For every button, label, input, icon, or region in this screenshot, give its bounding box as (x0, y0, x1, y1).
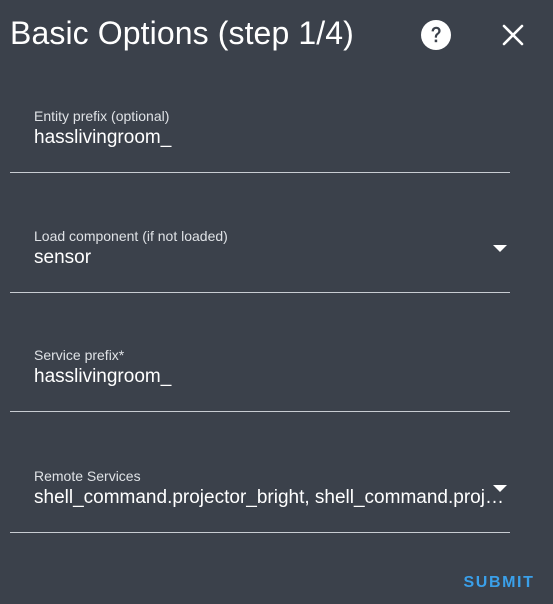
entity-prefix-label: Entity prefix (optional) (34, 108, 170, 124)
load-component-label: Load component (if not loaded) (34, 228, 228, 244)
service-prefix-label: Service prefix* (34, 347, 125, 363)
remote-services-value[interactable]: shell_command.projector_bright, shell_co… (34, 486, 504, 510)
entity-prefix-input[interactable]: hasslivingroom_ (34, 126, 474, 150)
dropdown-arrow-icon[interactable] (493, 245, 507, 252)
load-component-dropdown[interactable]: Load component (if not loaded) sensor (10, 228, 510, 293)
entity-prefix-field[interactable]: Entity prefix (optional) hasslivingroom_ (10, 108, 510, 173)
close-button[interactable] (494, 16, 532, 54)
submit-button[interactable]: SUBMIT (452, 566, 546, 600)
dialog-title: Basic Options (step 1/4) (10, 15, 354, 51)
help-button[interactable] (417, 16, 455, 54)
remote-services-dropdown[interactable]: Remote Services shell_command.projector_… (10, 468, 510, 533)
service-prefix-field[interactable]: Service prefix* hasslivingroom_ (10, 347, 510, 412)
close-icon (502, 24, 524, 46)
help-circle-icon (421, 20, 451, 50)
load-component-value[interactable]: sensor (34, 246, 474, 270)
service-prefix-input[interactable]: hasslivingroom_ (34, 365, 474, 389)
options-dialog: Basic Options (step 1/4) Entity prefix (… (0, 0, 553, 604)
remote-services-label: Remote Services (34, 468, 141, 484)
dropdown-arrow-icon[interactable] (493, 485, 507, 492)
